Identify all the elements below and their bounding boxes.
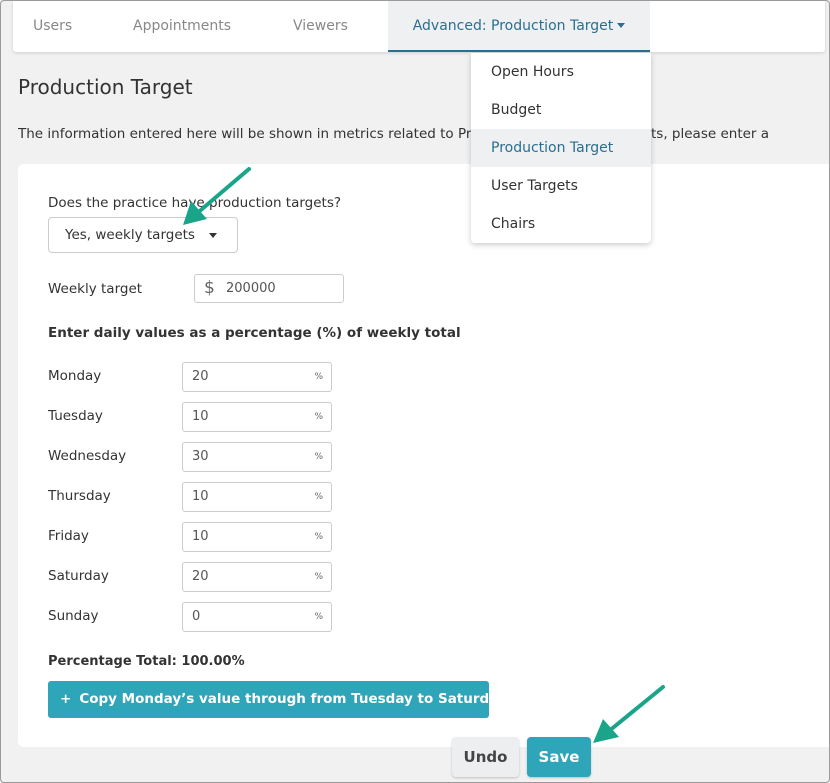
menu-item-user-targets[interactable]: User Targets	[471, 167, 651, 205]
tab-users[interactable]: Users	[13, 1, 92, 52]
caret-down-icon	[617, 22, 626, 28]
day-value: 10	[192, 489, 209, 504]
saturday-percent-input[interactable]: 20 %	[182, 562, 332, 592]
wednesday-percent-input[interactable]: 30 %	[182, 442, 332, 472]
form-card: Does the practice have production target…	[18, 164, 829, 747]
day-row-monday: Monday 20 %	[48, 362, 348, 392]
day-label: Tuesday	[48, 408, 103, 424]
thursday-percent-input[interactable]: 10 %	[182, 482, 332, 512]
day-row-friday: Friday 10 %	[48, 522, 348, 552]
day-label: Sunday	[48, 608, 99, 624]
day-label: Wednesday	[48, 448, 127, 464]
day-label: Friday	[48, 528, 89, 544]
sunday-percent-input[interactable]: 0 %	[182, 602, 332, 632]
percent-icon: %	[314, 532, 323, 542]
daily-values-heading: Enter daily values as a percentage (%) o…	[48, 325, 461, 341]
percent-icon: %	[314, 452, 323, 462]
day-row-thursday: Thursday 10 %	[48, 482, 348, 512]
day-label: Saturday	[48, 568, 109, 584]
monday-percent-input[interactable]: 20 %	[182, 362, 332, 392]
day-value: 20	[192, 369, 209, 384]
annotation-arrow-icon	[593, 685, 665, 743]
tab-advanced[interactable]: Advanced: Production Target	[388, 1, 650, 52]
day-row-saturday: Saturday 20 %	[48, 562, 348, 592]
day-row-wednesday: Wednesday 30 %	[48, 442, 348, 472]
percent-icon: %	[314, 492, 323, 502]
day-value: 30	[192, 449, 209, 464]
weekly-target-value: 200000	[226, 281, 276, 296]
day-value: 10	[192, 409, 209, 424]
day-label: Thursday	[48, 488, 111, 504]
menu-item-chairs[interactable]: Chairs	[471, 205, 651, 243]
day-row-sunday: Sunday 0 %	[48, 602, 348, 632]
day-value: 10	[192, 529, 209, 544]
tab-appointments[interactable]: Appointments	[113, 1, 251, 52]
undo-button[interactable]: Undo	[452, 737, 519, 777]
day-label: Monday	[48, 368, 102, 384]
tab-advanced-label: Advanced: Production Target	[412, 18, 614, 34]
menu-item-budget[interactable]: Budget	[471, 91, 651, 129]
tuesday-percent-input[interactable]: 10 %	[182, 402, 332, 432]
day-value: 0	[192, 609, 201, 624]
weekly-target-input[interactable]: $ 200000	[194, 274, 344, 303]
friday-percent-input[interactable]: 10 %	[182, 522, 332, 552]
menu-item-open-hours[interactable]: Open Hours	[471, 53, 651, 91]
percentage-total: Percentage Total: 100.00%	[48, 654, 245, 669]
dollar-icon: $	[204, 278, 215, 298]
menu-item-production-target[interactable]: Production Target	[471, 129, 651, 167]
percent-icon: %	[314, 412, 323, 422]
percent-icon: %	[314, 372, 323, 382]
advanced-dropdown-menu: Open Hours Budget Production Target User…	[471, 53, 651, 243]
copy-monday-label: Copy Monday’s value through from Tuesday…	[79, 691, 507, 707]
page-description: The information entered here will be sho…	[18, 126, 770, 142]
day-value: 20	[192, 569, 209, 584]
plus-icon: +	[60, 691, 72, 707]
caret-down-icon	[209, 233, 217, 238]
day-row-tuesday: Tuesday 10 %	[48, 402, 348, 432]
annotation-arrow-icon	[183, 167, 251, 225]
percent-icon: %	[314, 612, 323, 622]
weekly-target-label: Weekly target	[48, 281, 143, 297]
tab-viewers[interactable]: Viewers	[273, 1, 368, 52]
window-frame: Users Appointments Viewers Advanced: Pro…	[0, 0, 830, 783]
copy-monday-button[interactable]: + Copy Monday’s value through from Tuesda…	[48, 681, 507, 718]
page-title: Production Target	[18, 75, 193, 99]
tab-bar: Users Appointments Viewers Advanced: Pro…	[13, 1, 825, 52]
percent-icon: %	[314, 572, 323, 582]
